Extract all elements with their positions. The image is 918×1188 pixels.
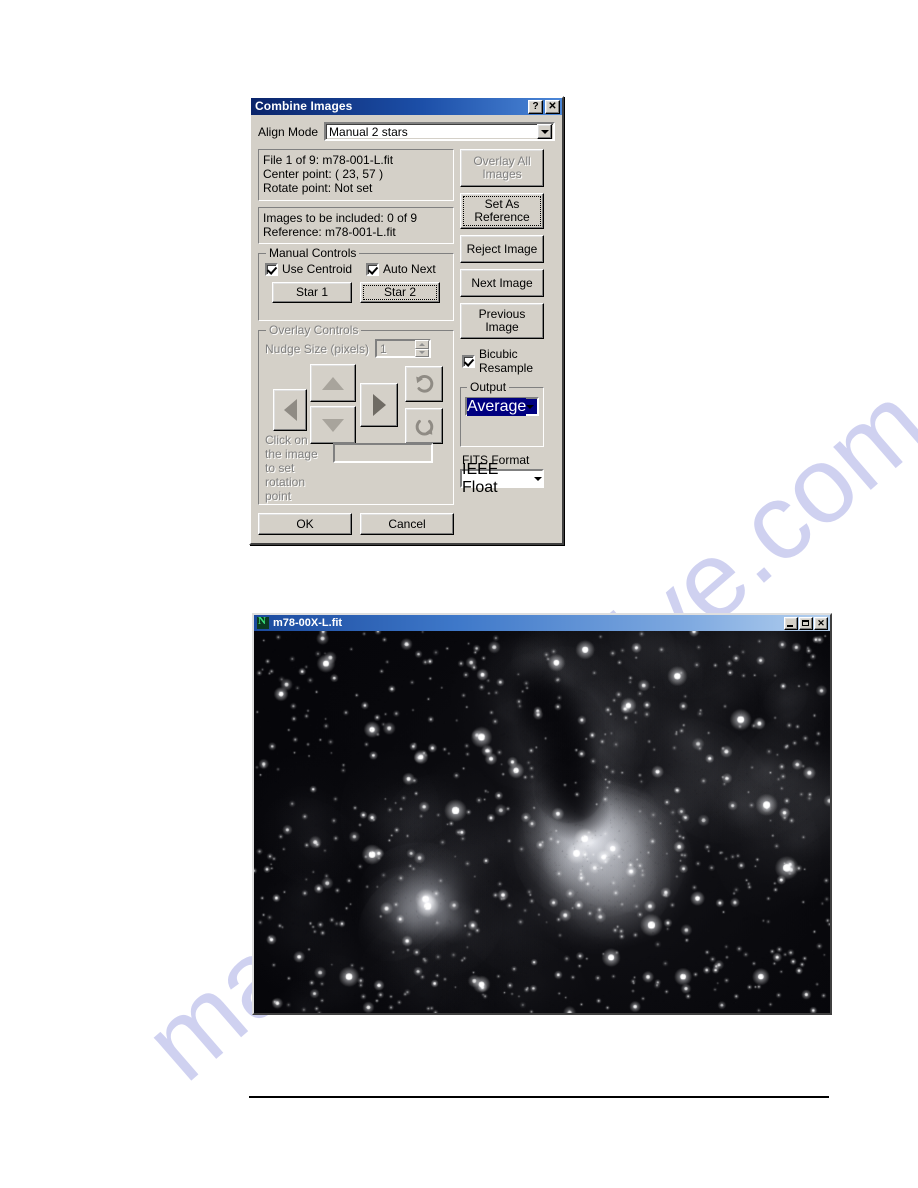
previous-image-button[interactable]: Previous Image [460, 303, 544, 339]
file-info-line-3: Rotate point: Not set [263, 181, 373, 195]
chevron-down-icon[interactable] [526, 404, 535, 409]
stepper-up-icon[interactable] [415, 340, 430, 349]
nudge-size-input[interactable]: 1 [375, 339, 432, 358]
arrow-right-icon [372, 394, 386, 416]
reject-image-button[interactable]: Reject Image [460, 235, 544, 263]
rotation-point-input[interactable] [333, 443, 433, 463]
fits-format-value: IEEE Float [462, 460, 499, 496]
include-info-panel: Images to be included: 0 of 9 Reference:… [258, 207, 454, 244]
manual-controls-group: Manual Controls Use Centroid Auto Next S… [258, 246, 454, 321]
output-group-title: Output [467, 380, 510, 394]
checkmark-icon [265, 262, 278, 276]
rotation-point-note: Click on the image to set rotation point [265, 433, 318, 503]
use-centroid-label: Use Centroid [282, 262, 353, 276]
maximize-button[interactable] [799, 616, 813, 630]
align-mode-label: Align Mode [258, 124, 319, 139]
overlay-controls-group: Overlay Controls Nudge Size (pixels) 1 C… [258, 323, 454, 505]
output-select[interactable]: Average [465, 397, 539, 416]
chevron-down-icon[interactable] [537, 124, 552, 139]
arrow-down-icon [322, 418, 344, 432]
cancel-button[interactable]: Cancel [360, 513, 454, 535]
nudge-size-value: 1 [380, 341, 387, 356]
file-info-line-1: File 1 of 9: m78-001-L.fit [263, 153, 394, 167]
dialog-titlebar[interactable]: Combine Images ? ✕ [251, 98, 562, 115]
chevron-down-icon[interactable] [534, 476, 542, 481]
nudge-up-button[interactable] [310, 364, 356, 402]
output-group: Output Average [460, 380, 544, 447]
minimize-button[interactable] [784, 616, 798, 630]
include-info-line-1: Images to be included: 0 of 9 [263, 211, 418, 225]
star-2-button[interactable]: Star 2 [360, 282, 440, 303]
nudge-right-button[interactable] [360, 383, 398, 427]
rotate-cw-icon [415, 419, 434, 436]
page-canvas: manualsarchive.com Combine Images ? ✕ Al… [0, 0, 918, 1188]
overlay-controls-title: Overlay Controls [266, 323, 362, 337]
dialog-action-row: OK Cancel [258, 513, 454, 535]
ok-button[interactable]: OK [258, 513, 352, 535]
rotate-ccw-icon [416, 375, 434, 393]
align-mode-select[interactable]: Manual 2 stars [324, 122, 555, 141]
left-column: File 1 of 9: m78-001-L.fit Center point:… [258, 149, 454, 535]
dialog-title: Combine Images [255, 99, 353, 113]
star-button-row: Star 1 Star 2 [265, 282, 447, 303]
star-1-button[interactable]: Star 1 [272, 282, 352, 303]
nudge-left-button[interactable] [273, 389, 307, 431]
checkmark-icon [366, 262, 380, 276]
arrow-up-icon [322, 376, 344, 390]
nudge-size-stepper[interactable] [415, 340, 430, 357]
manual-controls-checkbox-row: Use Centroid Auto Next [265, 262, 447, 276]
close-icon[interactable]: ✕ [814, 616, 828, 630]
bicubic-resample-checkbox[interactable]: Bicubic Resample [462, 347, 544, 375]
dialog-body: Align Mode Manual 2 stars File 1 of 9: m… [251, 115, 562, 543]
close-icon[interactable]: ✕ [545, 99, 560, 114]
rotate-cw-button[interactable] [405, 408, 443, 444]
arrow-left-icon [283, 399, 297, 421]
auto-next-label: Auto Next [383, 262, 436, 276]
image-window-titlebar[interactable]: m78-00X-L.fit ✕ [254, 615, 830, 631]
include-info-line-2: Reference: m78-001-L.fit [263, 225, 396, 239]
file-info-line-2: Center point: ( 23, 57 ) [263, 167, 384, 181]
page-footer-rule [249, 1096, 829, 1098]
bicubic-resample-label: Bicubic Resample [479, 347, 534, 375]
fits-format-select[interactable]: IEEE Float [460, 461, 544, 496]
overlay-all-images-button[interactable]: Overlay All Images [460, 149, 544, 187]
nebula-image-canvas[interactable] [254, 631, 830, 1013]
help-button[interactable]: ? [528, 99, 543, 114]
auto-next-checkbox[interactable]: Auto Next [366, 262, 436, 276]
combine-images-dialog: Combine Images ? ✕ Align Mode Manual 2 s… [249, 96, 564, 545]
align-mode-value: Manual 2 stars [329, 124, 408, 139]
next-image-button[interactable]: Next Image [460, 269, 544, 297]
rotate-ccw-button[interactable] [405, 366, 443, 402]
file-info-panel: File 1 of 9: m78-001-L.fit Center point:… [258, 149, 454, 201]
output-value: Average [467, 397, 527, 416]
use-centroid-checkbox[interactable]: Use Centroid [265, 262, 352, 276]
right-column: Overlay All Images Set As Reference Reje… [460, 149, 544, 496]
stepper-down-icon[interactable] [415, 348, 430, 357]
nudge-size-label: Nudge Size (pixels) [265, 341, 370, 356]
align-mode-row: Align Mode Manual 2 stars [258, 122, 555, 141]
set-as-reference-button[interactable]: Set As Reference [460, 193, 544, 229]
checkmark-icon [462, 354, 475, 368]
manual-controls-title: Manual Controls [266, 246, 360, 260]
fits-document-icon [257, 615, 269, 629]
image-window: m78-00X-L.fit ✕ [252, 613, 832, 1015]
nudge-size-row: Nudge Size (pixels) 1 [265, 339, 447, 358]
dialog-columns: File 1 of 9: m78-001-L.fit Center point:… [258, 149, 555, 535]
image-window-title: m78-00X-L.fit [273, 617, 343, 629]
